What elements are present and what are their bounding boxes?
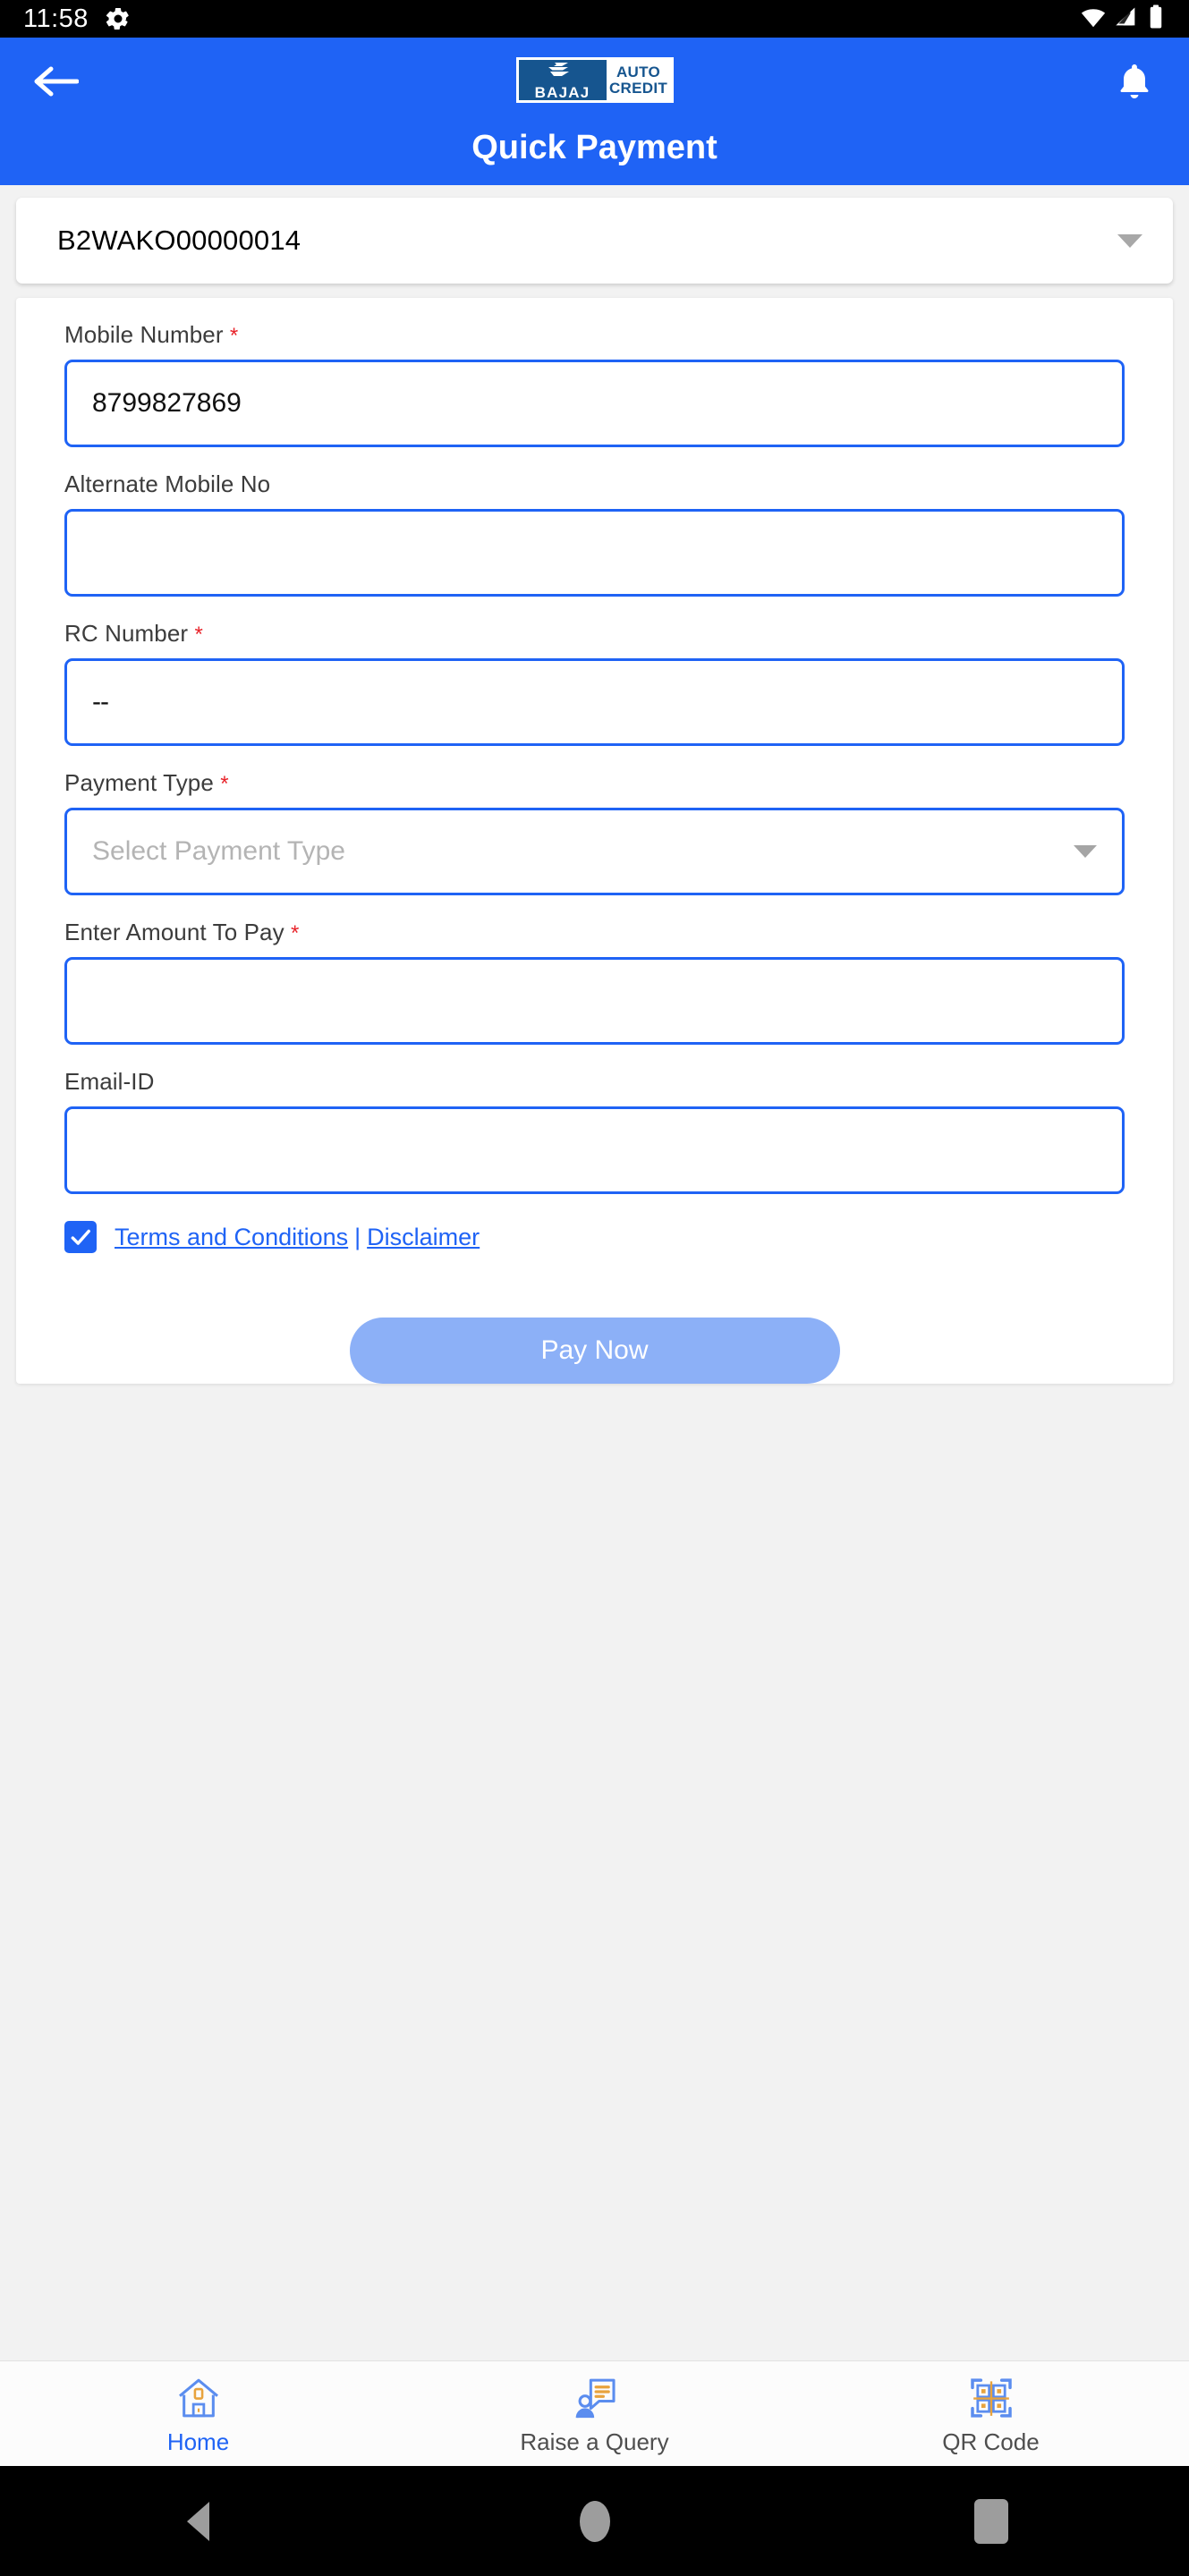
bell-icon[interactable] [1110, 57, 1159, 106]
gear-icon [105, 5, 132, 32]
logo-bajaj-text: BAJAJ [534, 84, 590, 101]
disclaimer-link[interactable]: Disclaimer [367, 1224, 480, 1251]
status-bar-indicators [1080, 4, 1166, 35]
terms-links: Terms and Conditions | Disclaimer [115, 1224, 480, 1251]
terms-checkbox[interactable] [64, 1221, 97, 1253]
quick-payment-form: Mobile Number * 8799827869 Alternate Mob… [16, 298, 1173, 1384]
required-marker: * [220, 772, 229, 796]
bottom-tab-bar: Home Raise a Query QR Code [0, 2360, 1189, 2466]
field-label: Enter Amount To Pay * [64, 919, 1125, 946]
page-title: Quick Payment [471, 129, 718, 166]
required-marker: * [229, 324, 239, 348]
tab-qr-code[interactable]: QR Code [793, 2361, 1189, 2466]
label-text: Mobile Number [64, 321, 224, 348]
battery-icon [1146, 4, 1166, 35]
home-icon [174, 2371, 224, 2423]
required-marker: * [291, 921, 300, 945]
rc-number-input[interactable]: -- [64, 658, 1125, 746]
field-amount-to-pay: Enter Amount To Pay * [64, 919, 1125, 1045]
status-bar-clock: 11:58 [23, 4, 89, 33]
app-root: 11:58 BAJAJ AUTO CREDIT Quick Payment B2… [0, 0, 1189, 2576]
field-mobile-number: Mobile Number * 8799827869 [64, 321, 1125, 447]
label-text: Alternate Mobile No [64, 470, 271, 497]
nav-back-icon[interactable] [145, 2466, 252, 2576]
nav-recents-icon[interactable] [938, 2466, 1045, 2576]
field-alternate-mobile: Alternate Mobile No [64, 470, 1125, 597]
pay-now-button[interactable]: Pay Now [349, 1318, 840, 1384]
bajaj-auto-credit-logo: BAJAJ AUTO CREDIT [515, 57, 674, 103]
field-payment-type: Payment Type * Select Payment Type [64, 769, 1125, 895]
loan-account-select[interactable]: B2WAKO00000014 [16, 198, 1173, 284]
logo-credit-text: CREDIT [608, 79, 668, 97]
input-value: 8799827869 [92, 388, 242, 418]
required-marker: * [194, 623, 203, 647]
android-navigation-bar [0, 2466, 1189, 2576]
header-toolbar: BAJAJ AUTO CREDIT [0, 38, 1189, 125]
tab-label: Raise a Query [520, 2428, 669, 2455]
field-rc-number: RC Number * -- [64, 620, 1125, 746]
bajaj-mark-icon [545, 62, 581, 84]
logo-auto-text: AUTO [616, 64, 661, 81]
tab-label: QR Code [942, 2428, 1040, 2455]
tab-raise-a-query[interactable]: Raise a Query [396, 2361, 793, 2466]
content-scroll-area[interactable]: B2WAKO00000014 Mobile Number * 879982786… [0, 185, 1189, 2466]
chevron-down-icon [1117, 233, 1142, 248]
field-label: RC Number * [64, 620, 1125, 648]
terms-and-conditions-link[interactable]: Terms and Conditions [115, 1224, 348, 1251]
field-label: Mobile Number * [64, 321, 1125, 349]
terms-row: Terms and Conditions | Disclaimer [64, 1221, 1125, 1253]
alternate-mobile-input[interactable] [64, 509, 1125, 597]
nav-home-icon[interactable] [541, 2466, 649, 2576]
tab-home[interactable]: Home [0, 2361, 396, 2466]
label-text: Payment Type [64, 769, 214, 796]
input-value: -- [92, 687, 109, 716]
tab-label: Home [166, 2428, 230, 2455]
terms-separator: | [354, 1223, 361, 1250]
email-input[interactable] [64, 1106, 1125, 1194]
label-text: Email-ID [64, 1068, 155, 1095]
payment-type-select[interactable]: Select Payment Type [64, 808, 1125, 895]
logo-right-panel: AUTO CREDIT [606, 60, 671, 100]
label-text: RC Number [64, 620, 189, 647]
amount-input[interactable] [64, 957, 1125, 1045]
qr-code-icon [966, 2371, 1016, 2423]
field-label: Payment Type * [64, 769, 1125, 797]
status-bar: 11:58 [0, 0, 1189, 38]
chevron-down-icon [1074, 845, 1097, 858]
back-arrow-icon[interactable] [30, 56, 81, 106]
query-chat-icon [570, 2371, 620, 2423]
pay-button-container: Pay Now [64, 1253, 1125, 1384]
select-placeholder: Select Payment Type [92, 836, 345, 866]
field-label: Email-ID [64, 1068, 1125, 1096]
mobile-number-input[interactable]: 8799827869 [64, 360, 1125, 447]
loan-account-value: B2WAKO00000014 [57, 225, 301, 256]
signal-icon [1114, 4, 1139, 35]
field-email-id: Email-ID [64, 1068, 1125, 1194]
logo-left-panel: BAJAJ [518, 60, 607, 101]
field-label: Alternate Mobile No [64, 470, 1125, 498]
checkmark-icon [71, 1229, 90, 1245]
app-header: BAJAJ AUTO CREDIT Quick Payment [0, 38, 1189, 185]
wifi-icon [1080, 4, 1107, 35]
label-text: Enter Amount To Pay [64, 919, 285, 945]
